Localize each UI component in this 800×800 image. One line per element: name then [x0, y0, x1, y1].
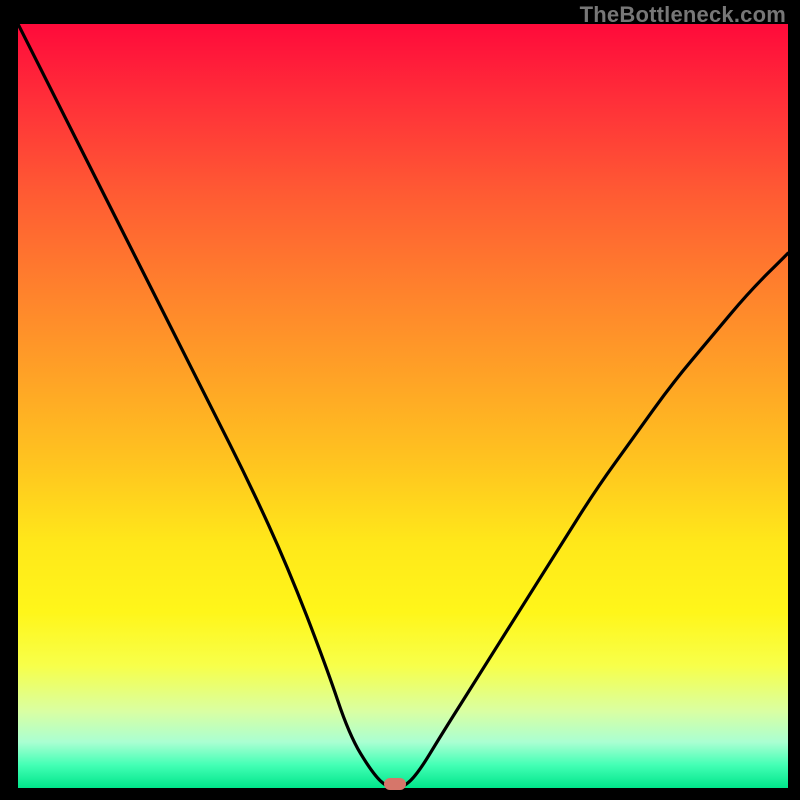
- chart-stage: TheBottleneck.com: [0, 0, 800, 800]
- watermark-text: TheBottleneck.com: [580, 2, 786, 28]
- bottleneck-curve: [18, 24, 788, 788]
- plot-area: [18, 24, 788, 788]
- optimum-marker: [384, 778, 406, 790]
